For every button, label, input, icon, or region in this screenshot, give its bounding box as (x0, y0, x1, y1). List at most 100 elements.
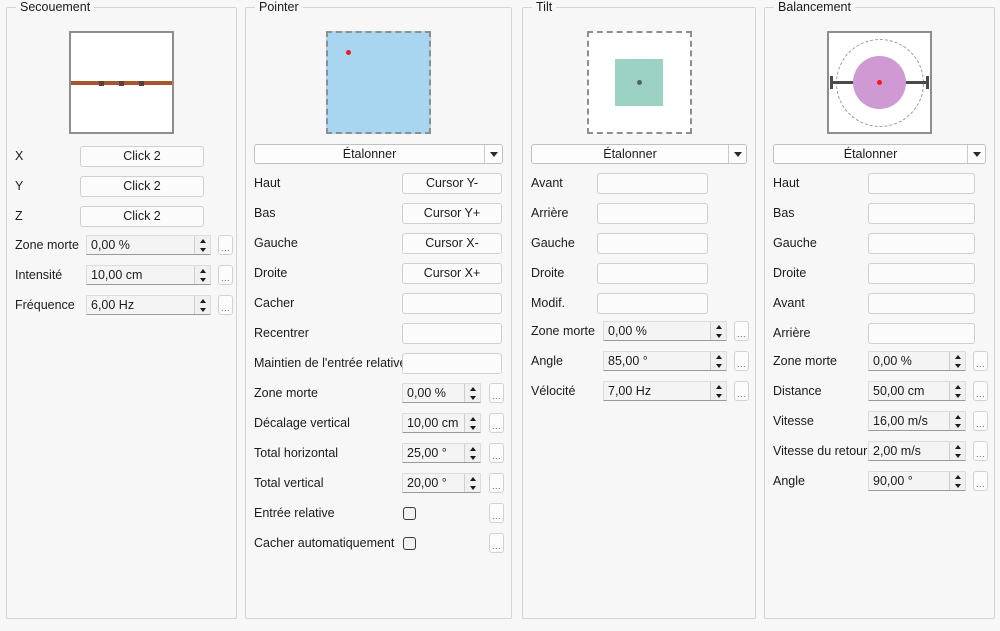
spinbox-balancement-angle[interactable]: 90,00 ° (868, 471, 966, 491)
spin-down-icon[interactable] (195, 305, 210, 314)
spin-up-icon[interactable] (950, 472, 965, 481)
ellipsis-button-pointer-total-horizontal[interactable]: ... (489, 443, 504, 463)
spinner-arrows-pointer-decalage-vertical[interactable] (464, 414, 480, 432)
spinner-arrows-balancement-angle[interactable] (949, 472, 965, 490)
button-pointer-cacher[interactable] (402, 292, 502, 314)
spin-down-icon[interactable] (195, 275, 210, 284)
ellipsis-button-balancement-vitesse-retour[interactable]: ... (973, 441, 988, 461)
spinner-arrows-tilt-angle[interactable] (710, 352, 726, 370)
spinner-arrows-balancement-vitesse-retour[interactable] (949, 442, 965, 460)
spinner-arrows-balancement-zone-morte[interactable] (949, 352, 965, 370)
spin-down-icon[interactable] (950, 421, 965, 430)
checkbox-pointer-entree-relative[interactable] (403, 507, 416, 520)
spin-up-icon[interactable] (195, 236, 210, 245)
button-tilt-arriere[interactable] (597, 202, 708, 224)
combo-tilt-calibrate[interactable]: Étalonner (531, 144, 747, 164)
spin-down-icon[interactable] (711, 391, 726, 400)
spinner-arrows-tilt-zone-morte[interactable] (710, 322, 726, 340)
button-secouement-x[interactable]: Click 2 (80, 145, 204, 167)
spinner-arrows-pointer-total-horizontal[interactable] (464, 444, 480, 462)
ellipsis-button-balancement-angle[interactable]: ... (973, 471, 988, 491)
spinner-arrows-balancement-vitesse[interactable] (949, 412, 965, 430)
spinner-arrows-secouement-frequence[interactable] (194, 296, 210, 314)
ellipsis-button-secouement-frequence[interactable]: ... (218, 295, 233, 315)
spin-up-icon[interactable] (465, 414, 480, 423)
spinner-arrows-secouement-intensite[interactable] (194, 266, 210, 284)
button-balancement-avant[interactable] (868, 292, 975, 314)
spin-down-icon[interactable] (950, 391, 965, 400)
ellipsis-button-balancement-distance[interactable]: ... (973, 381, 988, 401)
button-pointer-droite[interactable]: Cursor X+ (402, 262, 502, 284)
combo-pointer-calibrate[interactable]: Étalonner (254, 144, 503, 164)
ellipsis-button-tilt-velocite[interactable]: ... (734, 381, 749, 401)
ellipsis-button-pointer-decalage-vertical[interactable]: ... (489, 413, 504, 433)
spin-up-icon[interactable] (195, 296, 210, 305)
spinbox-balancement-distance[interactable]: 50,00 cm (868, 381, 966, 401)
spinbox-secouement-intensite[interactable]: 10,00 cm (86, 265, 211, 285)
spin-up-icon[interactable] (465, 474, 480, 483)
button-balancement-gauche[interactable] (868, 232, 975, 254)
button-pointer-haut[interactable]: Cursor Y- (402, 172, 502, 194)
spinner-arrows-tilt-velocite[interactable] (710, 382, 726, 400)
spin-up-icon[interactable] (465, 384, 480, 393)
spin-up-icon[interactable] (711, 322, 726, 331)
checkbox-pointer-cacher-auto[interactable] (403, 537, 416, 550)
spinbox-pointer-total-vertical[interactable]: 20,00 ° (402, 473, 481, 493)
spinbox-balancement-vitesse[interactable]: 16,00 m/s (868, 411, 966, 431)
ellipsis-button-tilt-angle[interactable]: ... (734, 351, 749, 371)
spin-down-icon[interactable] (950, 451, 965, 460)
spin-up-icon[interactable] (711, 382, 726, 391)
spinbox-balancement-vitesse-retour[interactable]: 2,00 m/s (868, 441, 966, 461)
spinbox-secouement-zone-morte[interactable]: 0,00 % (86, 235, 211, 255)
ellipsis-button-pointer-cacher-auto[interactable]: ... (489, 533, 504, 553)
spinbox-tilt-angle[interactable]: 85,00 ° (603, 351, 727, 371)
spin-down-icon[interactable] (465, 483, 480, 492)
spin-up-icon[interactable] (950, 382, 965, 391)
spin-up-icon[interactable] (950, 352, 965, 361)
ellipsis-button-secouement-intensite[interactable]: ... (218, 265, 233, 285)
ellipsis-button-balancement-zone-morte[interactable]: ... (973, 351, 988, 371)
spin-up-icon[interactable] (711, 352, 726, 361)
button-balancement-arriere[interactable] (868, 322, 975, 344)
button-balancement-droite[interactable] (868, 262, 975, 284)
spinbox-balancement-zone-morte[interactable]: 0,00 % (868, 351, 966, 371)
chevron-down-icon[interactable] (484, 145, 502, 163)
spin-down-icon[interactable] (465, 393, 480, 402)
combo-balancement-calibrate[interactable]: Étalonner (773, 144, 986, 164)
button-balancement-bas[interactable] (868, 202, 975, 224)
button-tilt-gauche[interactable] (597, 232, 708, 254)
button-pointer-bas[interactable]: Cursor Y+ (402, 202, 502, 224)
spin-down-icon[interactable] (711, 331, 726, 340)
spin-up-icon[interactable] (195, 266, 210, 275)
button-secouement-y[interactable]: Click 2 (80, 175, 204, 197)
spin-up-icon[interactable] (465, 444, 480, 453)
spinbox-tilt-zone-morte[interactable]: 0,00 % (603, 321, 727, 341)
spin-down-icon[interactable] (711, 361, 726, 370)
spinner-arrows-pointer-total-vertical[interactable] (464, 474, 480, 492)
spinbox-secouement-frequence[interactable]: 6,00 Hz (86, 295, 211, 315)
spin-up-icon[interactable] (950, 412, 965, 421)
button-tilt-droite[interactable] (597, 262, 708, 284)
button-tilt-avant[interactable] (597, 172, 708, 194)
spinner-arrows-secouement-zone-morte[interactable] (194, 236, 210, 254)
ellipsis-button-pointer-zone-morte[interactable]: ... (489, 383, 504, 403)
ellipsis-button-secouement-zone-morte[interactable]: ... (218, 235, 233, 255)
button-tilt-modif[interactable] (597, 292, 708, 314)
spinner-arrows-balancement-distance[interactable] (949, 382, 965, 400)
spin-down-icon[interactable] (950, 481, 965, 490)
chevron-down-icon[interactable] (967, 145, 985, 163)
ellipsis-button-balancement-vitesse[interactable]: ... (973, 411, 988, 431)
ellipsis-button-pointer-entree-relative[interactable]: ... (489, 503, 504, 523)
button-balancement-haut[interactable] (868, 172, 975, 194)
spin-up-icon[interactable] (950, 442, 965, 451)
ellipsis-button-tilt-zone-morte[interactable]: ... (734, 321, 749, 341)
button-pointer-gauche[interactable]: Cursor X- (402, 232, 502, 254)
spinbox-pointer-zone-morte[interactable]: 0,00 % (402, 383, 481, 403)
button-pointer-maintien[interactable] (402, 352, 502, 374)
spin-down-icon[interactable] (195, 245, 210, 254)
button-secouement-z[interactable]: Click 2 (80, 205, 204, 227)
spinbox-tilt-velocite[interactable]: 7,00 Hz (603, 381, 727, 401)
ellipsis-button-pointer-total-vertical[interactable]: ... (489, 473, 504, 493)
button-pointer-recentrer[interactable] (402, 322, 502, 344)
spinbox-pointer-decalage-vertical[interactable]: 10,00 cm (402, 413, 481, 433)
